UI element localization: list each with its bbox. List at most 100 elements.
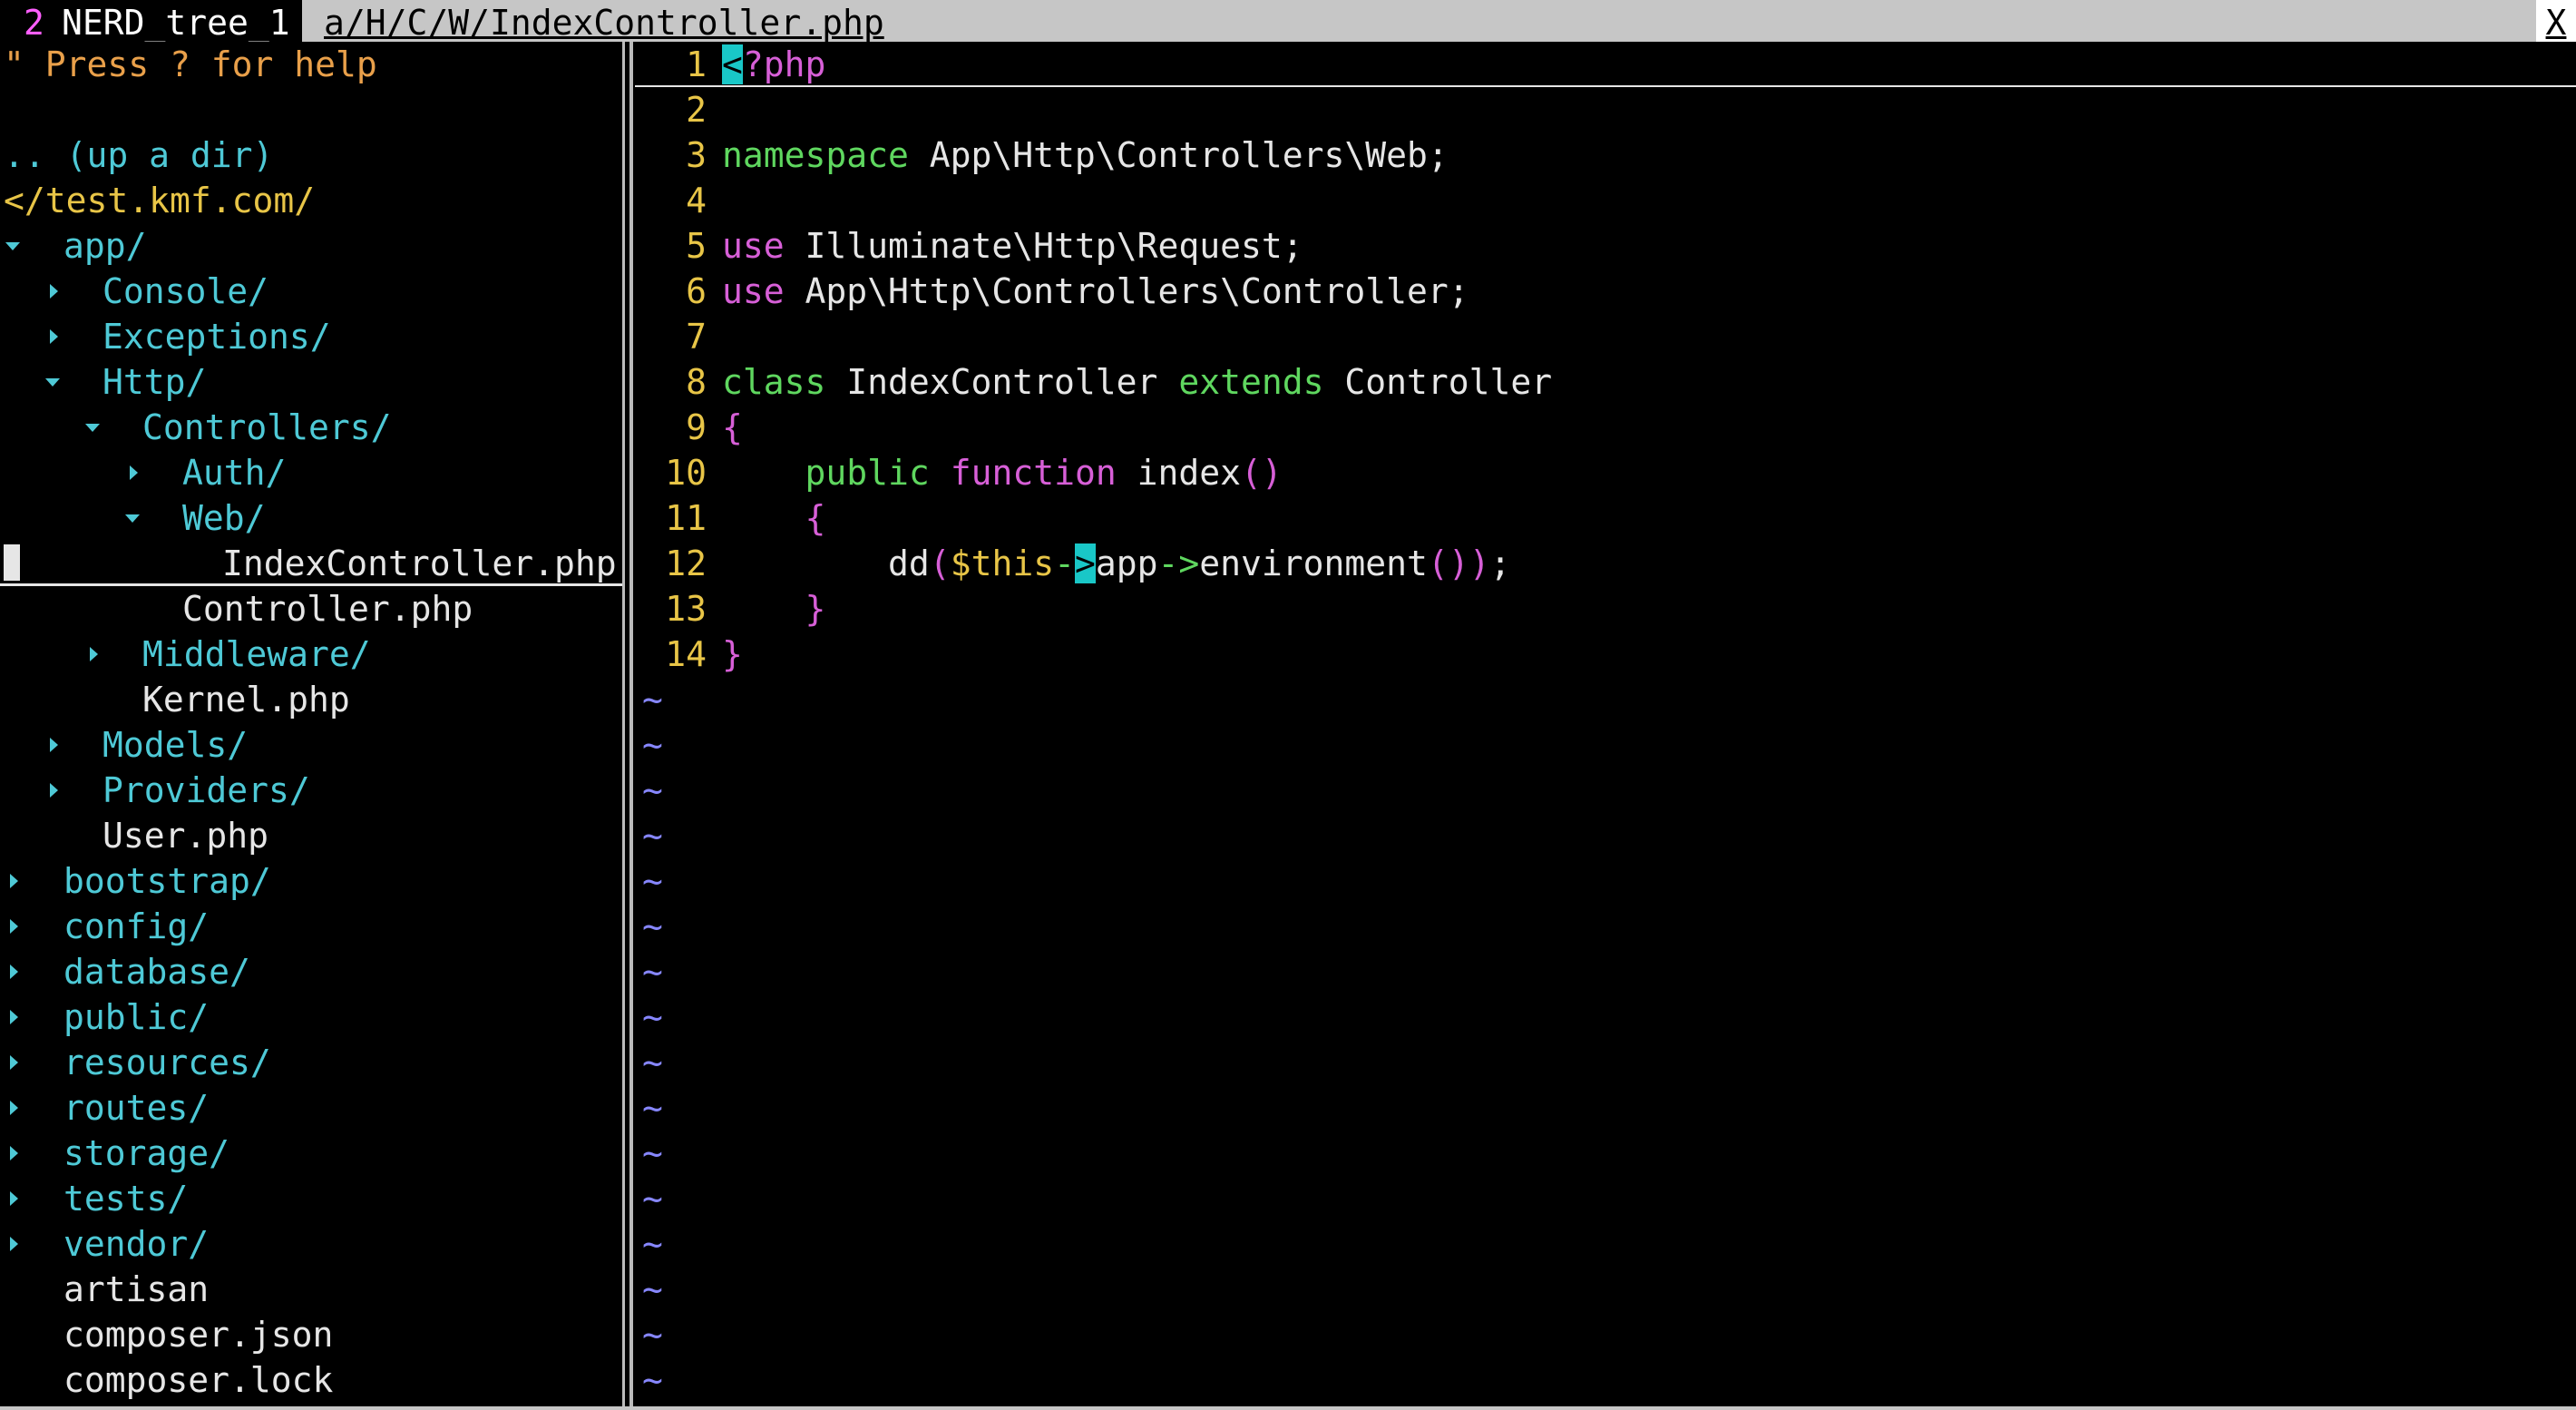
expanded-arrow-icon <box>5 242 20 250</box>
code-line-3[interactable]: 3 namespace App\Http\Controllers\Web; <box>635 132 2576 178</box>
code-text: App\Http\Controllers\Controller; <box>784 271 1469 311</box>
up-dir-link[interactable]: .. (up a dir) <box>4 132 273 178</box>
expanded-arrow-icon <box>85 424 100 432</box>
line-number: 1 <box>686 44 707 84</box>
collapsed-arrow-icon <box>10 874 18 888</box>
code-text: App\Http\Controllers\Web; <box>908 135 1449 175</box>
tilde-line: ~ <box>635 949 2576 994</box>
brace: } <box>722 634 743 674</box>
tilde-line: ~ <box>635 1040 2576 1085</box>
line-number: 3 <box>686 135 707 175</box>
tilde-line: ~ <box>635 1267 2576 1312</box>
collapsed-arrow-icon <box>50 284 58 299</box>
keyword: namespace <box>722 135 909 175</box>
help-hint: " Press ? for help <box>4 44 377 84</box>
line-number: 6 <box>686 271 707 311</box>
brace: { <box>722 407 743 447</box>
keyword: public <box>805 453 930 493</box>
collapsed-arrow-icon <box>50 738 58 752</box>
tilde-line: ~ <box>635 1357 2576 1403</box>
tilde-line: ~ <box>635 994 2576 1040</box>
tilde-marker: ~ <box>642 1133 663 1173</box>
code-line-4[interactable]: 4 <box>635 178 2576 223</box>
expanded-arrow-icon <box>125 514 140 523</box>
collapsed-arrow-icon <box>10 1010 18 1024</box>
editor-pane[interactable]: 1 <?php 2 3 namespace App\Http\Controlle… <box>635 42 2576 1406</box>
tilde-marker: ~ <box>642 1179 663 1219</box>
code-line-13[interactable]: 13 } <box>635 586 2576 632</box>
tab-index-controller[interactable]: a/H/C/W/IndexController.php <box>302 0 884 43</box>
code-line-6[interactable]: 6 use App\Http\Controllers\Controller; <box>635 269 2576 314</box>
arrow-dash: - <box>1054 543 1075 583</box>
tree-item-label: Console/ <box>102 271 269 311</box>
tilde-marker: ~ <box>642 1360 663 1400</box>
line-number: 12 <box>665 543 707 583</box>
tree-item-label: Providers/ <box>102 770 310 810</box>
tree-item-indexcontroller-selected[interactable]: IndexController.php <box>0 541 622 586</box>
tilde-line: ~ <box>635 813 2576 858</box>
collapsed-arrow-icon <box>10 1146 18 1160</box>
tab-nerd-tree[interactable]: 2 NERD_tree_1 <box>0 0 302 43</box>
code-line-9[interactable]: 9 { <box>635 405 2576 450</box>
code-line-11[interactable]: 11 { <box>635 495 2576 541</box>
code-line-14[interactable]: 14 } <box>635 632 2576 677</box>
window-separator[interactable] <box>622 42 635 1406</box>
keyword: extends <box>1178 362 1324 402</box>
paren: ( <box>929 543 951 583</box>
line-number: 7 <box>686 317 707 357</box>
close-tab-button[interactable]: X <box>2536 0 2576 43</box>
tree-item-label: Kernel.php <box>142 680 350 720</box>
code-line-7[interactable]: 7 <box>635 314 2576 359</box>
code-line-8[interactable]: 8 class IndexController extends Controll… <box>635 359 2576 405</box>
line-number: 5 <box>686 226 707 266</box>
tilde-line: ~ <box>635 1221 2576 1267</box>
code-line-12[interactable]: 12 dd($this->app->environment()); <box>635 541 2576 586</box>
tree-item-label: resources/ <box>63 1043 271 1082</box>
line-number: 11 <box>665 498 707 538</box>
cursor-block <box>4 544 20 581</box>
parent-class: Controller <box>1323 362 1553 402</box>
tilde-line: ~ <box>635 1312 2576 1357</box>
tilde-line: ~ <box>635 768 2576 813</box>
tilde-line: ~ <box>635 1176 2576 1221</box>
tree-item-label: composer.json <box>63 1315 334 1355</box>
tilde-marker: ~ <box>642 770 663 810</box>
collapsed-arrow-icon <box>130 465 138 480</box>
tabline: 2 NERD_tree_1 a/H/C/W/IndexController.ph… <box>0 0 2576 43</box>
tree-item-label: public/ <box>63 997 210 1037</box>
code-line-5[interactable]: 5 use Illuminate\Http\Request; <box>635 223 2576 269</box>
tree-item-label: Controllers/ <box>142 407 392 447</box>
tree-item-label: composer.lock <box>63 1360 334 1400</box>
arrow-operator: -> <box>1157 543 1200 583</box>
tab-label: NERD_tree_1 <box>62 3 290 43</box>
parens: ()) <box>1427 543 1490 583</box>
tree-item-label: tests/ <box>63 1179 189 1219</box>
collapsed-arrow-icon <box>50 329 58 344</box>
tilde-line: ~ <box>635 904 2576 949</box>
code-text: Illuminate\Http\Request; <box>784 226 1303 266</box>
tilde-marker: ~ <box>642 1315 663 1355</box>
property: app <box>1095 543 1158 583</box>
function-call: dd <box>888 543 930 583</box>
semicolon: ; <box>1489 543 1511 583</box>
tree-root[interactable]: </test.kmf.com/ <box>4 178 315 223</box>
keyword: function <box>950 453 1117 493</box>
parens: () <box>1241 453 1283 493</box>
line-number: 9 <box>686 407 707 447</box>
code-line-2[interactable]: 2 <box>635 87 2576 132</box>
tree-item-label: Http/ <box>102 362 207 402</box>
collapsed-arrow-icon <box>50 783 58 798</box>
collapsed-arrow-icon <box>10 1237 18 1251</box>
code-line-10[interactable]: 10 public function index() <box>635 450 2576 495</box>
tab-window-count: 2 <box>24 3 44 43</box>
separator-gap <box>625 42 629 1406</box>
tree-item-label: Exceptions/ <box>102 317 331 357</box>
tilde-line: ~ <box>635 1131 2576 1176</box>
line-number: 14 <box>665 634 707 674</box>
code-line-1[interactable]: 1 <?php <box>635 42 2576 87</box>
keyword: use <box>722 226 785 266</box>
collapsed-arrow-icon <box>10 964 18 979</box>
line-number: 2 <box>686 90 707 130</box>
